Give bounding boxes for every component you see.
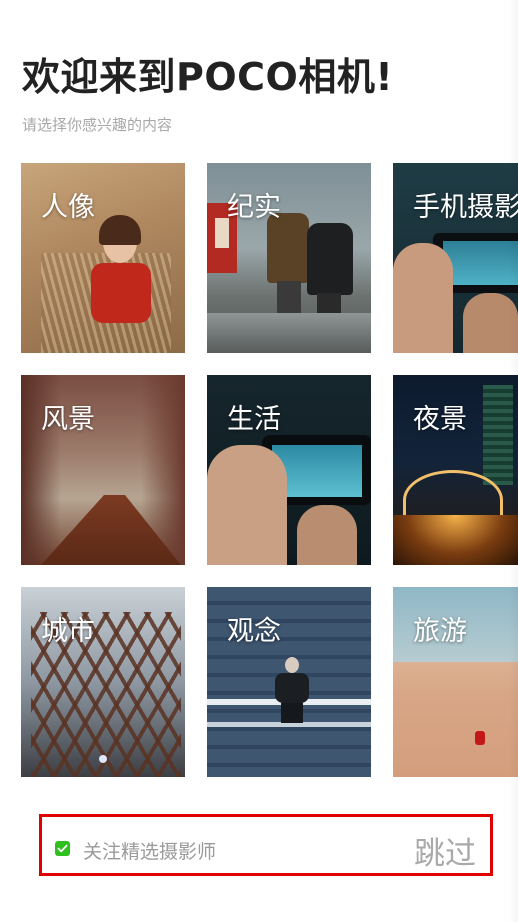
category-label: 生活 — [227, 404, 281, 435]
category-label: 风景 — [41, 404, 95, 435]
category-label: 手机摄影 — [413, 192, 518, 223]
follow-label[interactable]: 关注精选摄影师 — [83, 837, 216, 864]
category-tile-life[interactable]: 生活 — [207, 375, 371, 565]
category-tile-landscape[interactable]: 风景 — [21, 375, 185, 565]
category-tile-mobile-photography[interactable]: 手机摄影 — [393, 163, 518, 353]
page-title: 欢迎来到POCO相机! — [22, 55, 394, 99]
category-label: 纪实 — [227, 192, 281, 223]
edge-shadow — [508, 0, 518, 922]
skip-button[interactable]: 跳过 — [414, 828, 476, 873]
category-label: 城市 — [41, 616, 95, 647]
page-subtitle: 请选择你感兴趣的内容 — [22, 116, 173, 134]
follow-checkbox[interactable] — [55, 841, 70, 856]
category-label: 观念 — [227, 616, 281, 647]
category-label: 旅游 — [413, 616, 467, 647]
category-tile-portrait[interactable]: 人像 — [21, 163, 185, 353]
category-tile-concept[interactable]: 观念 — [207, 587, 371, 777]
check-icon — [57, 844, 68, 853]
category-tile-documentary[interactable]: 纪实 — [207, 163, 371, 353]
category-tile-travel[interactable]: 旅游 — [393, 587, 518, 777]
category-tile-city[interactable]: 城市 — [21, 587, 185, 777]
follow-bar: 关注精选摄影师 跳过 — [39, 814, 493, 876]
category-label: 夜景 — [413, 404, 467, 435]
category-tile-night-scene[interactable]: 夜景 — [393, 375, 518, 565]
category-label: 人像 — [41, 192, 95, 223]
